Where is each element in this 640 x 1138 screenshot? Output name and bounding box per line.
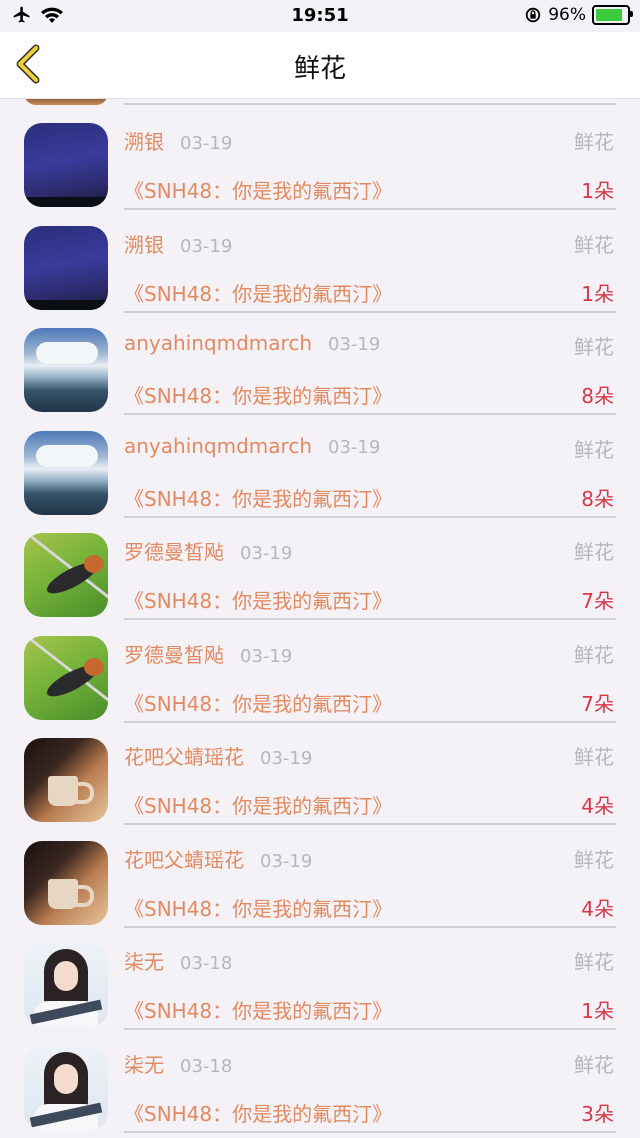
status-bar: 19:51 96%	[0, 0, 640, 32]
date-text: 03-19	[240, 543, 293, 564]
user-name: 柒无 03-18	[124, 1049, 232, 1078]
avatar[interactable]	[24, 635, 108, 720]
gift-count: 8朵	[581, 486, 614, 511]
gift-count: 1朵	[581, 999, 614, 1023]
user-name-text: 溯银	[124, 232, 164, 257]
date-text: 03-19	[240, 645, 293, 667]
battery-icon	[592, 5, 633, 25]
avatar[interactable]	[24, 430, 108, 515]
list-item[interactable]: 罗德曼皙飐 03-19 鲜花 《SNH48：你是我的氟西汀》 7朵	[0, 511, 640, 620]
gift-type-label: 鲜花	[574, 232, 614, 257]
gift-type-label: 鲜花	[574, 847, 614, 872]
list-item[interactable]: anyahinqmdmarch 03-19 鲜花 《SNH48：你是我的氟西汀》 …	[0, 409, 640, 518]
gift-count: 3朵	[581, 1101, 614, 1126]
user-name: 溯银 03-19	[124, 229, 232, 258]
program-link[interactable]: 《SNH48：你是我的氟西汀》	[124, 893, 392, 922]
gift-type-label: 鲜花	[574, 437, 614, 462]
list-item[interactable]: 花吧父蜻瑶花 03-19 鲜花 《SNH48：你是我的氟西汀》 4朵	[0, 716, 640, 825]
program-link[interactable]: 《SNH48：你是我的氟西汀》	[124, 175, 392, 204]
user-name-text: 花吧父蜻瑶花	[124, 745, 244, 769]
gift-type-label: 鲜花	[574, 642, 614, 667]
list-item[interactable]: 柒无 03-18 鲜花 《SNH48：你是我的氟西汀》 3朵	[0, 1024, 640, 1133]
user-name-text: 花吧父蜻瑶花	[124, 847, 244, 872]
user-name: anyahinqmdmarch 03-19	[124, 434, 380, 458]
avatar[interactable]	[24, 533, 108, 617]
avatar[interactable]	[24, 943, 108, 1027]
navigation-bar: 鲜花	[0, 32, 640, 99]
program-link[interactable]: 《SNH48：你是我的氟西汀》	[124, 585, 392, 614]
list-item[interactable]: 柒无 03-18 鲜花 《SNH48：你是我的氟西汀》 1朵	[0, 921, 640, 1030]
user-name: 柒无 03-18	[124, 946, 232, 975]
date-text: 03-19	[328, 436, 381, 458]
gift-count: 4朵	[581, 896, 614, 921]
program-link[interactable]: 《SNH48：你是我的氟西汀》	[124, 278, 392, 307]
gift-type-label: 鲜花	[574, 130, 614, 154]
user-name: anyahinqmdmarch 03-19	[124, 331, 380, 355]
user-name-text: anyahinqmdmarch	[124, 433, 312, 458]
user-name-text: 罗德曼皙飐	[124, 642, 224, 667]
date-text: 03-18	[180, 1055, 233, 1077]
user-name-text: 柒无	[124, 950, 164, 974]
program-link[interactable]: 《SNH48：你是我的氟西汀》	[124, 790, 392, 819]
user-name: 花吧父蜻瑶花 03-19	[124, 741, 312, 770]
list-item[interactable]: 溯银 03-19 鲜花 《SNH48：你是我的氟西汀》 1朵	[0, 101, 640, 210]
gift-type-label: 鲜花	[574, 950, 614, 974]
gift-count: 7朵	[581, 589, 614, 613]
list-item[interactable]: 花吧父蜻瑶花 03-19 鲜花 《SNH48：你是我的氟西汀》 4朵	[0, 819, 640, 928]
date-text: 03-19	[180, 235, 233, 257]
program-link[interactable]: 《SNH48：你是我的氟西汀》	[124, 1098, 392, 1127]
status-right: 96%	[524, 5, 633, 25]
gift-type-label: 鲜花	[574, 335, 614, 359]
avatar[interactable]	[24, 840, 108, 925]
page-title: 鲜花	[293, 54, 346, 84]
list-item[interactable]: 溯银 03-19 鲜花 《SNH48：你是我的氟西汀》 1朵	[0, 204, 640, 313]
gift-count: 1朵	[581, 281, 614, 306]
user-name-text: 罗德曼皙飐	[124, 540, 224, 564]
orientation-lock-icon	[526, 7, 541, 23]
date-text: 03-19	[180, 133, 233, 154]
gift-count: 1朵	[581, 179, 614, 203]
user-name-text: 柒无	[124, 1052, 164, 1077]
date-text: 03-19	[260, 850, 313, 872]
gift-count: 7朵	[581, 691, 614, 716]
date-text: 03-19	[328, 334, 381, 355]
divider	[124, 1130, 616, 1133]
avatar[interactable]	[24, 123, 108, 207]
gift-record-list[interactable]: 溯银 03-19 鲜花 《SNH48：你是我的氟西汀》 1朵 溯银 03-19 鲜花…	[0, 99, 640, 1138]
program-link[interactable]: 《SNH48：你是我的氟西汀》	[124, 688, 392, 717]
avatar[interactable]	[24, 225, 108, 310]
user-name: 溯银 03-19	[124, 126, 232, 155]
date-text: 03-19	[260, 748, 313, 769]
user-name-text: anyahinqmdmarch	[124, 331, 312, 355]
gift-type-label: 鲜花	[574, 745, 614, 769]
list-item[interactable]: anyahinqmdmarch 03-19 鲜花 《SNH48：你是我的氟西汀》 …	[0, 306, 640, 415]
avatar[interactable]	[24, 328, 108, 412]
list-item[interactable]: 罗德曼皙飐 03-19 鲜花 《SNH48：你是我的氟西汀》 7朵	[0, 614, 640, 723]
user-name-text: 溯银	[124, 130, 164, 154]
avatar[interactable]	[24, 1045, 108, 1130]
gift-type-label: 鲜花	[574, 1052, 614, 1077]
program-link[interactable]: 《SNH48：你是我的氟西汀》	[124, 995, 392, 1024]
gift-count: 8朵	[581, 384, 614, 408]
user-name: 罗德曼皙飐 03-19	[124, 639, 292, 668]
gift-count: 4朵	[581, 794, 614, 818]
program-link[interactable]: 《SNH48：你是我的氟西汀》	[124, 483, 392, 512]
user-name: 罗德曼皙飐 03-19	[124, 536, 292, 565]
date-text: 03-18	[180, 953, 233, 974]
user-name: 花吧父蜻瑶花 03-19	[124, 844, 312, 873]
gift-type-label: 鲜花	[574, 540, 614, 564]
battery-percent: 96%	[548, 5, 586, 25]
program-link[interactable]: 《SNH48：你是我的氟西汀》	[124, 380, 392, 409]
avatar[interactable]	[24, 738, 108, 822]
